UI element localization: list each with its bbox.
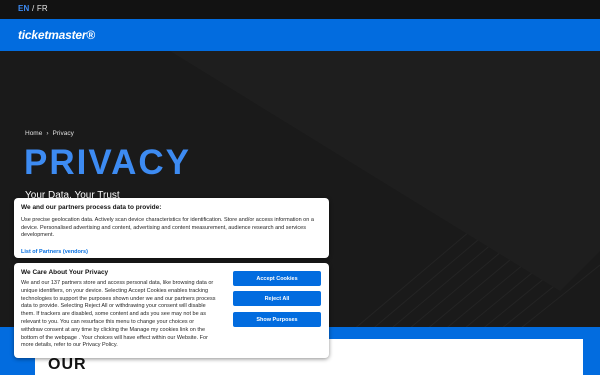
accept-cookies-button[interactable]: Accept Cookies — [233, 271, 321, 286]
language-switcher: EN / FR — [18, 4, 48, 13]
reject-all-button[interactable]: Reject All — [233, 291, 321, 306]
section-heading: OUR — [48, 356, 87, 373]
language-en-link[interactable]: EN — [18, 4, 30, 13]
page-title: PRIVACY — [24, 143, 191, 182]
brand-header: ticketmaster® — [0, 19, 600, 51]
breadcrumb-chevron-icon: › — [46, 130, 49, 137]
data-purposes-notice: We and our partners process data to prov… — [14, 198, 329, 258]
show-purposes-button[interactable]: Show Purposes — [233, 312, 321, 327]
language-fr-link[interactable]: FR — [37, 4, 48, 13]
purposes-heading: We and our partners process data to prov… — [21, 204, 162, 211]
purposes-description: Use precise geolocation data. Actively s… — [21, 217, 314, 239]
language-bar: EN / FR — [0, 0, 600, 19]
ticketmaster-logo[interactable]: ticketmaster® — [18, 28, 95, 42]
consent-description: We and our 137 partners store and access… — [21, 280, 216, 349]
breadcrumb-current: Privacy — [52, 130, 74, 137]
language-separator: / — [31, 4, 35, 13]
list-of-partners-link[interactable]: List of Partners (vendors) — [21, 249, 88, 255]
breadcrumb-home-link[interactable]: Home — [25, 130, 42, 137]
breadcrumb: Home › Privacy — [25, 130, 74, 137]
cookie-consent-dialog: We Care About Your Privacy We and our 13… — [14, 263, 329, 358]
